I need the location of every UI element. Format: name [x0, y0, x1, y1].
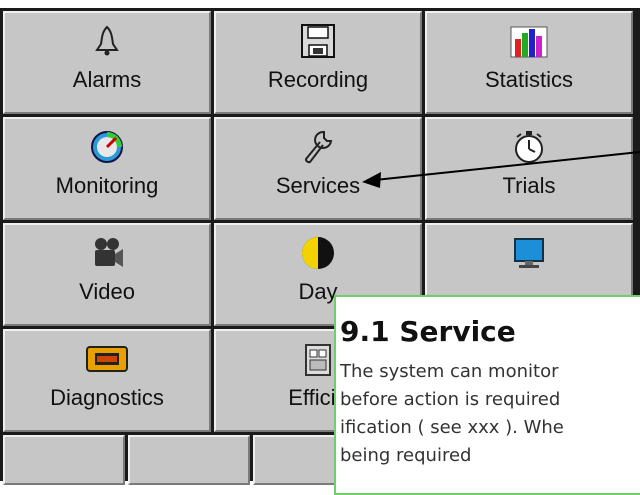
recording-label: Recording [267, 67, 369, 92]
alarms-button[interactable]: Alarms [3, 11, 211, 114]
doc-line-2: before action is required [340, 389, 561, 410]
doc-line-3: ification ( see xxx ). Whe [340, 417, 564, 438]
floppy-disk-icon [216, 19, 420, 63]
bar-chart-icon [427, 19, 631, 63]
diagnostics-label: Diagnostics [50, 385, 164, 410]
doc-line-4: being required [340, 445, 472, 466]
menu-tile-row5-2[interactable] [128, 435, 250, 485]
statistics-button[interactable]: Statistics [425, 11, 633, 114]
video-label: Video [79, 279, 135, 304]
trials-label: Trials [502, 173, 556, 198]
bell-icon [5, 19, 209, 63]
check-engine-icon [5, 337, 209, 381]
alarms-label: Alarms [72, 67, 142, 92]
video-button[interactable]: Video [3, 223, 211, 326]
video-camera-icon [5, 231, 209, 275]
trials-button[interactable]: Trials [425, 117, 633, 220]
day-night-icon [216, 231, 420, 275]
section-heading: 9.1 Service [340, 315, 516, 348]
gauge-icon [5, 125, 209, 169]
wrench-icon [216, 125, 420, 169]
doc-line-1: The system can monitor [340, 361, 559, 382]
monitoring-label: Monitoring [55, 173, 159, 198]
recording-button[interactable]: Recording [214, 11, 422, 114]
statistics-label: Statistics [484, 67, 574, 92]
menu-tile-row5-1[interactable] [3, 435, 125, 485]
monitoring-button[interactable]: Monitoring [3, 117, 211, 220]
services-button[interactable]: Services [214, 117, 422, 220]
stopwatch-icon [427, 125, 631, 169]
documentation-panel: 9.1 Service The system can monitor befor… [334, 295, 640, 495]
services-label: Services [275, 173, 361, 198]
diagnostics-button[interactable]: Diagnostics [3, 329, 211, 432]
monitor-icon [427, 231, 631, 275]
